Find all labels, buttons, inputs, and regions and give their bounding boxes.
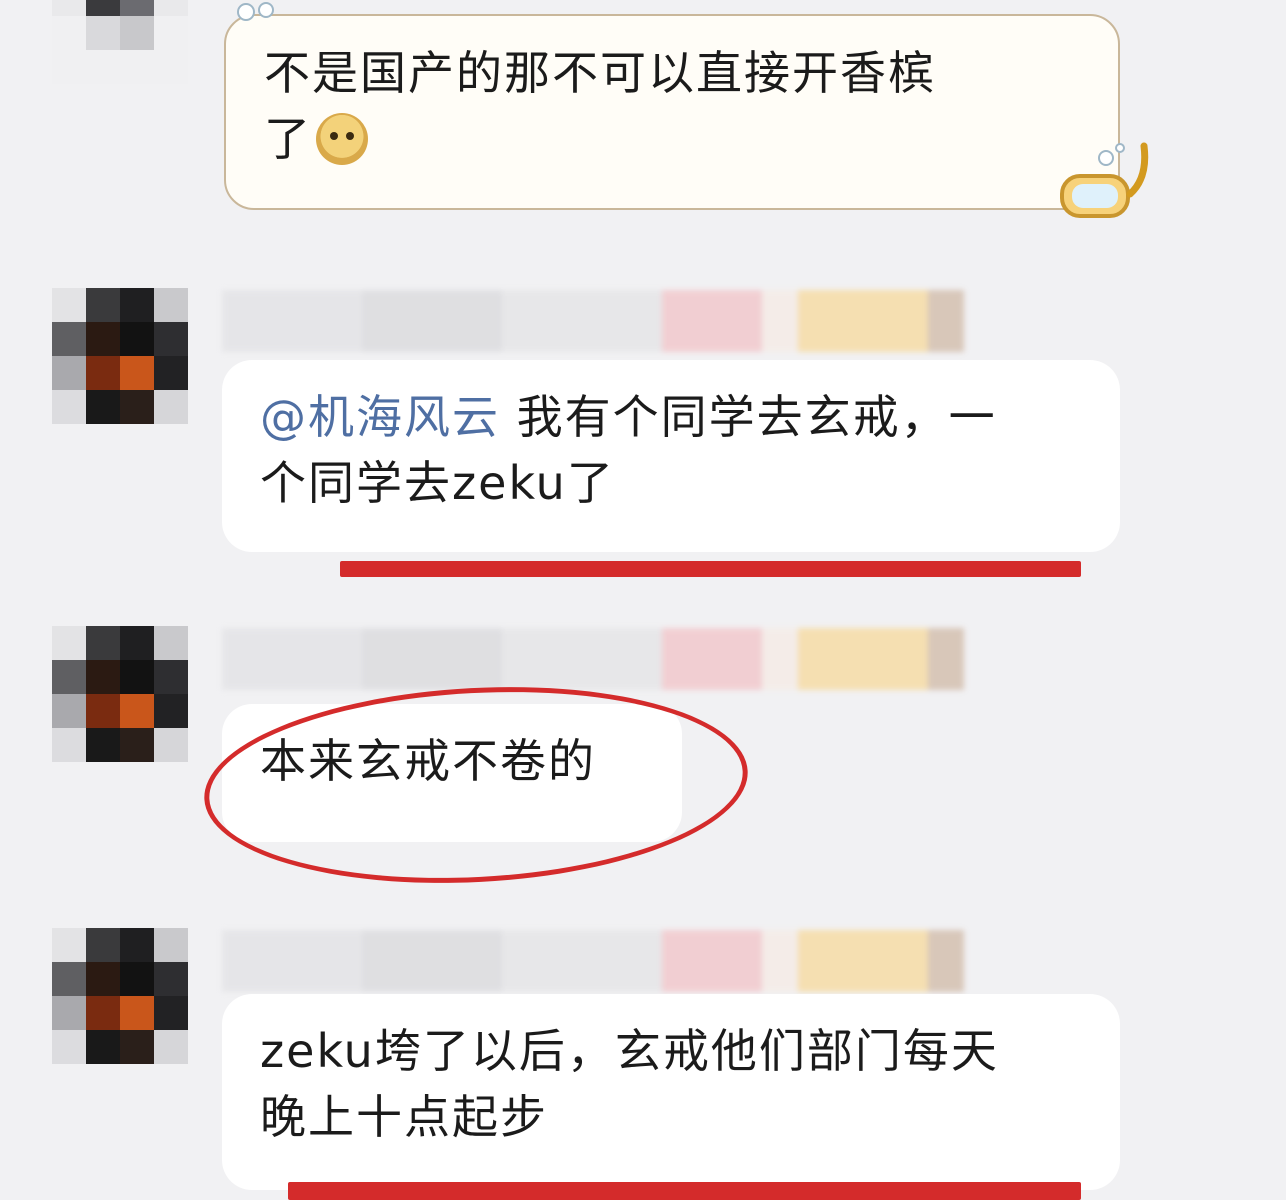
- mention-link[interactable]: @机海风云: [260, 390, 500, 444]
- nickname-blurred: [222, 628, 964, 690]
- doge-emoji-icon: [316, 112, 368, 165]
- avatar[interactable]: [52, 288, 188, 424]
- message-text: zeku垮了以后，玄戒他们部门每天 晚上十点起步: [260, 1024, 999, 1144]
- snorkel-goggles-icon: [1060, 142, 1149, 218]
- message-text: 不是国产的那不可以直接开香槟 了: [264, 46, 936, 166]
- avatar[interactable]: [52, 928, 188, 1064]
- avatar[interactable]: [52, 626, 188, 762]
- red-underline: [288, 1182, 1081, 1200]
- avatar[interactable]: [52, 0, 188, 84]
- message-bubble[interactable]: zeku垮了以后，玄戒他们部门每天 晚上十点起步: [222, 994, 1120, 1190]
- message-bubble[interactable]: @机海风云 我有个同学去玄戒，一 个同学去zeku了: [222, 360, 1120, 552]
- red-underline: [340, 561, 1081, 577]
- message-bubble[interactable]: 不是国产的那不可以直接开香槟 了: [224, 14, 1120, 210]
- message-text: @机海风云 我有个同学去玄戒，一 个同学去zeku了: [260, 390, 997, 510]
- nickname-blurred: [222, 930, 964, 992]
- bubble-decoration-icon: [237, 2, 274, 21]
- nickname-blurred: [222, 290, 964, 352]
